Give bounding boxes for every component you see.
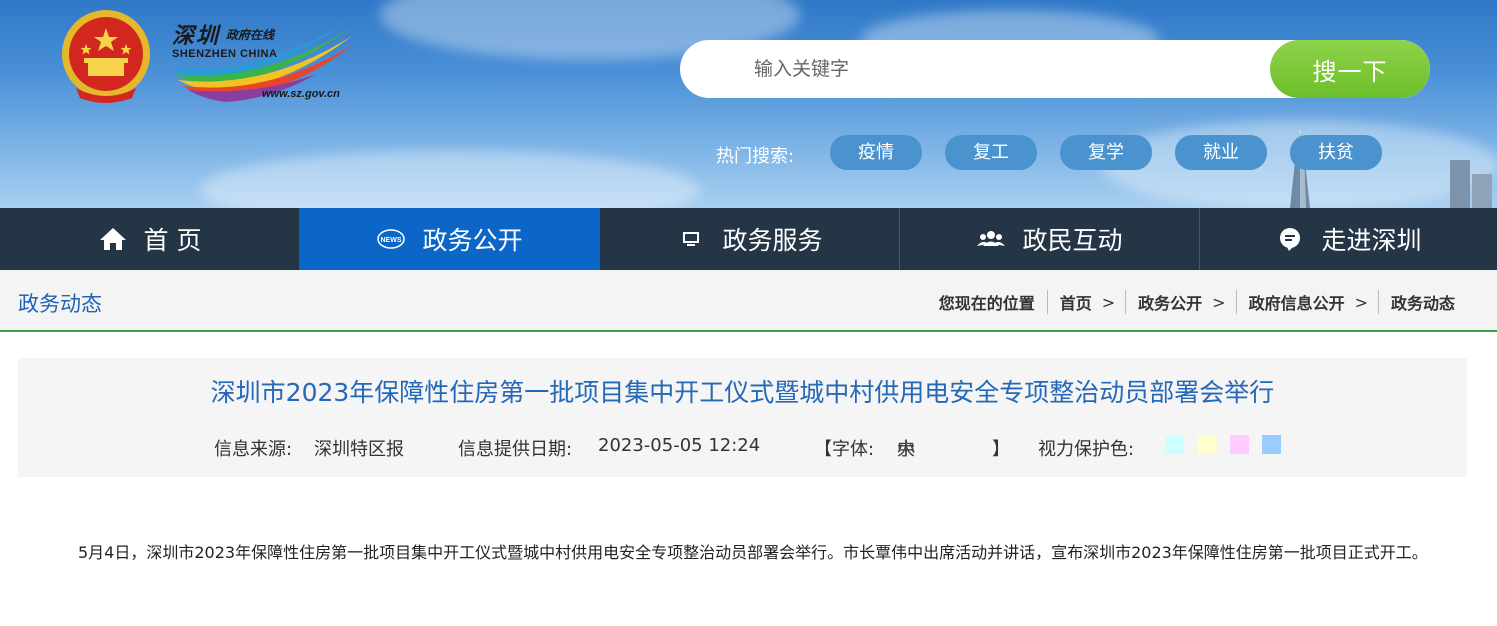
nav-item-public-interaction[interactable]: 政民互动 bbox=[900, 208, 1200, 270]
breadcrumb-divider bbox=[1046, 290, 1048, 314]
nav-item-government-affairs[interactable]: NEWS 政务公开 bbox=[300, 208, 600, 270]
eye-care-label: 视力保护色: bbox=[1038, 439, 1135, 460]
logo-url-text: www.sz.gov.cn bbox=[262, 88, 340, 100]
hot-tag-poverty-relief[interactable]: 扶贫 bbox=[1290, 135, 1382, 170]
main-nav: 首 页 NEWS 政务公开 政务服务 政民互动 走进深圳 bbox=[0, 208, 1497, 270]
nav-label: 政民互动 bbox=[1022, 226, 1123, 255]
breadcrumb-divider bbox=[1377, 290, 1379, 314]
breadcrumb-link-government-affairs[interactable]: 政务公开 bbox=[1138, 290, 1202, 314]
cloud-decoration bbox=[200, 150, 700, 208]
breadcrumb-location-label: 您现在的位置 bbox=[938, 294, 1035, 313]
eye-care-swatch-pink[interactable] bbox=[1230, 435, 1249, 454]
source-value: 深圳特区报 bbox=[314, 439, 404, 460]
section-title: 政务动态 bbox=[18, 292, 102, 316]
nav-item-about-shenzhen[interactable]: 走进深圳 bbox=[1200, 208, 1497, 270]
breadcrumb-bar: 政务动态 您现在的位置 首页 > 政务公开 > 政府信息公开 > 政务动态 bbox=[0, 270, 1497, 332]
breadcrumb: 您现在的位置 首页 > 政务公开 > 政府信息公开 > 政务动态 bbox=[939, 290, 1455, 314]
breadcrumb-arrow: > bbox=[1101, 292, 1116, 312]
nav-item-government-services[interactable]: 政务服务 bbox=[600, 208, 900, 270]
hot-search-label: 热门搜索: bbox=[716, 146, 795, 167]
breadcrumb-divider bbox=[1235, 290, 1237, 314]
nav-label: 政务公开 bbox=[422, 226, 523, 255]
svg-text:NEWS: NEWS bbox=[381, 237, 402, 244]
logo-chinese-text: 深圳 bbox=[172, 23, 221, 49]
breadcrumb-link-home[interactable]: 首页 bbox=[1060, 290, 1092, 314]
font-size-label: 【字体: bbox=[814, 439, 875, 460]
date-value: 2023-05-05 12:24 bbox=[598, 435, 761, 456]
breadcrumb-arrow: > bbox=[1354, 292, 1368, 312]
hot-tag-employment[interactable]: 就业 bbox=[1175, 135, 1267, 170]
article-title: 深圳市2023年保障性住房第一批项目集中开工仪式暨城中村供用电安全专项整治动员部… bbox=[210, 378, 1275, 407]
breadcrumb-link-government-news[interactable]: 政务动态 bbox=[1391, 290, 1455, 314]
monitor-icon bbox=[683, 232, 700, 246]
date-label: 信息提供日期: bbox=[458, 439, 573, 460]
logo-chinese-subtext: 政府在线 bbox=[226, 28, 275, 42]
hot-tag-epidemic[interactable]: 疫情 bbox=[830, 135, 922, 170]
nav-label: 政务服务 bbox=[722, 226, 823, 255]
logo-english-text: SHENZHEN CHINA bbox=[172, 48, 278, 60]
eye-care-swatch-yellow[interactable] bbox=[1198, 435, 1217, 454]
shenzhen-logo[interactable]: 深圳 政府在线 SHENZHEN CHINA www.sz.gov.cn bbox=[166, 18, 356, 104]
national-emblem-icon bbox=[62, 10, 150, 103]
header-banner: 深圳 政府在线 SHENZHEN CHINA www.sz.gov.cn 搜一下… bbox=[0, 0, 1497, 208]
nav-label: 首 页 bbox=[143, 226, 202, 255]
building-decoration bbox=[1450, 160, 1492, 208]
search-input[interactable] bbox=[680, 40, 1270, 98]
users-icon bbox=[977, 231, 1006, 246]
article-header: 深圳市2023年保障性住房第一批项目集中开工仪式暨城中村供用电安全专项整治动员部… bbox=[18, 358, 1467, 477]
hot-tag-resume-work[interactable]: 复工 bbox=[945, 135, 1037, 170]
chat-icon bbox=[1280, 228, 1301, 251]
search-box: 搜一下 bbox=[680, 40, 1430, 98]
news-icon: NEWS bbox=[377, 229, 406, 249]
source-label: 信息来源: bbox=[214, 439, 293, 460]
article-body: 5月4日，深圳市2023年保障性住房第一批项目集中开工仪式暨城中村供用电安全专项… bbox=[78, 543, 1428, 562]
nav-item-home[interactable]: 首 页 bbox=[0, 208, 300, 270]
breadcrumb-arrow: > bbox=[1212, 292, 1226, 312]
font-size-close: 】 bbox=[992, 439, 1010, 460]
nav-label: 走进深圳 bbox=[1321, 226, 1422, 255]
hot-tag-resume-school[interactable]: 复学 bbox=[1060, 135, 1152, 170]
home-icon bbox=[99, 228, 126, 250]
breadcrumb-link-info-disclosure[interactable]: 政府信息公开 bbox=[1249, 290, 1345, 314]
font-size-small[interactable]: 小 bbox=[897, 435, 915, 461]
eye-care-swatch-cyan[interactable] bbox=[1165, 435, 1184, 454]
eye-care-swatch-blue[interactable] bbox=[1262, 435, 1281, 454]
search-button[interactable]: 搜一下 bbox=[1270, 40, 1430, 98]
breadcrumb-divider bbox=[1125, 290, 1127, 314]
